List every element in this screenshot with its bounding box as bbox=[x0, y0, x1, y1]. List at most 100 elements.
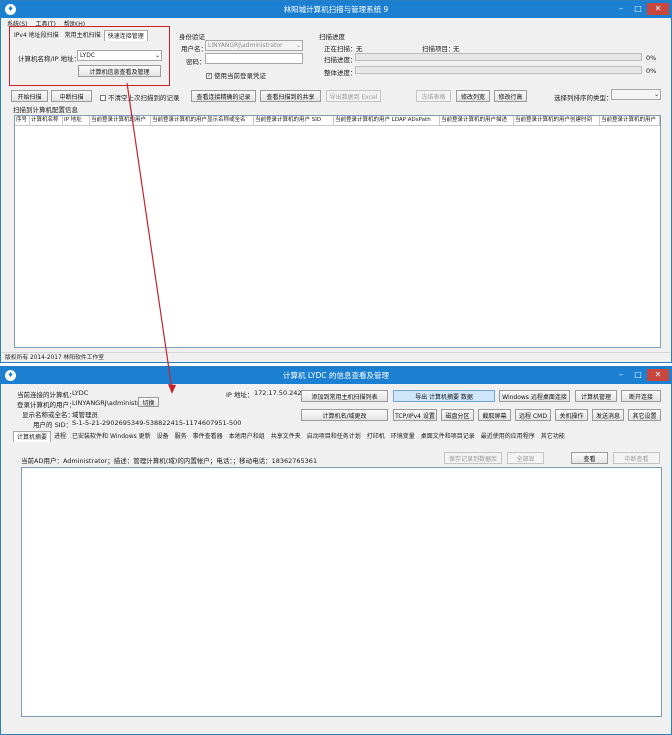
export-excel-button[interactable]: 导出数据到 Excel bbox=[326, 90, 381, 102]
edit-columns-button[interactable]: 修改列宽 bbox=[456, 90, 490, 102]
password-field[interactable] bbox=[205, 53, 303, 64]
tab-installed-software[interactable]: 已安装软件和 Windows 更新 bbox=[69, 431, 154, 442]
column-header[interactable]: 当前登录计算机的用户 bbox=[600, 116, 660, 125]
view-online-button[interactable]: 查看连接精确的记录 bbox=[191, 90, 256, 102]
copyright-text: 版权所有 2014-2017 林阳软件工作室 bbox=[5, 355, 105, 361]
use-current-option[interactable]: ✓ 使用当前登录凭证 bbox=[206, 70, 266, 80]
username-value: LINYANGRJ\administrator bbox=[208, 42, 283, 49]
scanner-window: ♦ 林阳城计算机扫描与管理系统 9 – □ ✕ 系统(S) 工具(T) 帮助(H… bbox=[0, 0, 672, 363]
tab-env-vars[interactable]: 环境变量 bbox=[388, 431, 418, 442]
scanner-title: 林阳城计算机扫描与管理系统 9 bbox=[283, 5, 389, 14]
info-title: 计算机 LYDC 的信息查看及管理 bbox=[282, 371, 390, 380]
column-header[interactable]: 当前登录计算机的用户显示名称或全名 bbox=[151, 116, 254, 125]
tab-services[interactable]: 服务 bbox=[172, 431, 190, 442]
maximize-button[interactable]: □ bbox=[630, 369, 646, 381]
minimize-button[interactable]: – bbox=[613, 369, 629, 381]
scanning-value: 无 bbox=[356, 45, 363, 53]
progress-title: 扫描进度 bbox=[319, 33, 345, 41]
display-name-value: 域管理员 bbox=[72, 411, 98, 419]
chevron-down-icon: ⌄ bbox=[653, 91, 659, 98]
chevron-down-icon: ⌄ bbox=[295, 42, 301, 49]
column-header[interactable]: 当前登录计算机的用户 bbox=[90, 116, 151, 125]
tab-shared-folders[interactable]: 共享文件夹 bbox=[268, 431, 304, 442]
tab-printers[interactable]: 打印机 bbox=[364, 431, 388, 442]
total-progress-bar bbox=[355, 66, 642, 74]
scan-item-label: 扫描项目： bbox=[422, 45, 455, 53]
info-tabs: 计算机摘要 进程 已安装软件和 Windows 更新 设备 服务 事件查看器 本… bbox=[13, 431, 568, 442]
remote-desktop-button[interactable]: Windows 远程桌面连接 bbox=[499, 390, 570, 402]
view-button[interactable]: 查看 bbox=[571, 452, 608, 464]
scan-progress-label: 扫描进度： bbox=[324, 56, 357, 64]
save-to-db-button[interactable]: 保存记录到数据库 bbox=[444, 452, 502, 464]
tab-startup-tasks[interactable]: 启动项目和任务计划 bbox=[304, 431, 364, 442]
column-header[interactable]: 当前登录计算机的用户 LDAP ADsPath bbox=[334, 116, 440, 125]
column-header[interactable]: IP 地址 bbox=[63, 116, 90, 125]
computer-management-button[interactable]: 计算机管理 bbox=[575, 390, 617, 402]
keep-records-option[interactable]: 不清空上次扫描到的记录 bbox=[100, 92, 180, 102]
computer-info-window: ♦ 计算机 LYDC 的信息查看及管理 – □ ✕ 当前连接的计算机： LYDC… bbox=[0, 366, 672, 735]
view-shares-button[interactable]: 查看扫描到的共享 bbox=[260, 90, 321, 102]
tab-other-functions[interactable]: 其它功能 bbox=[538, 431, 568, 442]
freeze-table-button[interactable]: 冻结表格 bbox=[416, 90, 451, 102]
column-header[interactable]: 当前登录计算机的用户 SID bbox=[254, 116, 334, 125]
rename-domain-button[interactable]: 计算机名/域更改 bbox=[301, 409, 388, 421]
app-icon: ♦ bbox=[5, 370, 16, 381]
maximize-button[interactable]: □ bbox=[630, 3, 646, 15]
edit-rows-button[interactable]: 修改行高 bbox=[494, 90, 527, 102]
result-grid[interactable]: 序号 计算机名称 IP 地址 当前登录计算机的用户 当前登录计算机的用户显示名称或全名当… bbox=[14, 115, 661, 348]
username-field[interactable]: LINYANGRJ\administrator ⌄ bbox=[205, 40, 303, 51]
display-name-label: 显示名称或全名： bbox=[22, 411, 74, 419]
remote-cmd-button[interactable]: 远程 CMD bbox=[515, 409, 551, 421]
summary-panel[interactable] bbox=[21, 467, 662, 717]
close-button[interactable]: ✕ bbox=[647, 3, 669, 15]
column-header[interactable]: 计算机名称 bbox=[30, 116, 63, 125]
tab-recent-apps[interactable]: 最近使用的应用程序 bbox=[478, 431, 538, 442]
sid-value: S-1-5-21-2902695349-538822415-1174607951… bbox=[72, 419, 242, 427]
sort-select[interactable]: ⌄ bbox=[611, 89, 661, 100]
send-message-button[interactable]: 发送消息 bbox=[592, 409, 624, 421]
tab-local-users[interactable]: 本地用户和组 bbox=[226, 431, 268, 442]
tab-event-viewer[interactable]: 事件查看器 bbox=[190, 431, 226, 442]
result-title: 扫描到计算机配置信息 bbox=[13, 106, 78, 114]
tab-devices[interactable]: 设备 bbox=[154, 431, 172, 442]
scan-progress-bar bbox=[355, 53, 642, 61]
column-header[interactable]: 当前登录计算机的用户描述 bbox=[440, 116, 514, 125]
tab-processes[interactable]: 进程 bbox=[51, 431, 69, 442]
other-settings-button[interactable]: 其它设置 bbox=[628, 409, 661, 421]
disk-partition-button[interactable]: 磁盘分区 bbox=[441, 409, 474, 421]
add-to-list-button[interactable]: 添加到常用主机扫描列表 bbox=[301, 390, 388, 402]
scanner-titlebar: ♦ 林阳城计算机扫描与管理系统 9 – □ ✕ bbox=[1, 1, 671, 18]
switch-user-button[interactable]: 切换 bbox=[138, 397, 159, 407]
show-all-button[interactable]: 全部显 bbox=[507, 452, 544, 464]
tab-desktop-files[interactable]: 桌面文件和项目记录 bbox=[418, 431, 478, 442]
keep-records-checkbox[interactable] bbox=[100, 95, 106, 101]
screenshot-button[interactable]: 截取屏幕 bbox=[478, 409, 511, 421]
keep-records-label: 不清空上次扫描到的记录 bbox=[108, 94, 180, 102]
disconnect-button[interactable]: 断开连接 bbox=[621, 390, 661, 402]
export-summary-button[interactable]: 导出 计算机摘要 数据 bbox=[393, 390, 495, 402]
stop-view-button[interactable]: 中断查看 bbox=[613, 452, 660, 464]
tab-summary[interactable]: 计算机摘要 bbox=[13, 431, 52, 442]
column-header[interactable]: 序号 bbox=[15, 116, 30, 125]
highlight-box bbox=[9, 26, 170, 86]
use-current-checkbox[interactable]: ✓ bbox=[206, 73, 212, 79]
ip-value: 172.17.50.242 bbox=[254, 389, 302, 397]
ad-user-info: 当前AD用户：Administrator；描述：管理计算机(域)的内置帐户；电话… bbox=[21, 457, 318, 465]
ip-label: IP 地址： bbox=[226, 391, 254, 399]
status-bar: 版权所有 2014-2017 林阳软件工作室 bbox=[1, 352, 671, 362]
shutdown-button[interactable]: 关机操作 bbox=[555, 409, 588, 421]
start-scan-button[interactable]: 开始扫描 bbox=[11, 90, 48, 102]
scanning-label: 正在扫描： bbox=[324, 45, 357, 53]
scan-item-value: 无 bbox=[453, 45, 460, 53]
minimize-button[interactable]: – bbox=[613, 3, 629, 15]
result-grid-header: 序号 计算机名称 IP 地址 当前登录计算机的用户 当前登录计算机的用户显示名称或全名当… bbox=[15, 116, 660, 126]
close-button[interactable]: ✕ bbox=[647, 369, 669, 381]
total-progress-value: 0% bbox=[646, 67, 657, 75]
auth-title: 身份验证 bbox=[179, 33, 205, 41]
info-titlebar: ♦ 计算机 LYDC 的信息查看及管理 – □ ✕ bbox=[1, 367, 671, 384]
column-header[interactable]: 当前登录计算机的用户创建时间 bbox=[514, 116, 600, 125]
stop-scan-button[interactable]: 中断扫描 bbox=[51, 90, 92, 102]
connected-label: 当前连接的计算机： bbox=[17, 391, 76, 399]
password-label: 密码： bbox=[186, 58, 206, 66]
tcpip-settings-button[interactable]: TCP/IPv4 设置 bbox=[393, 409, 437, 421]
